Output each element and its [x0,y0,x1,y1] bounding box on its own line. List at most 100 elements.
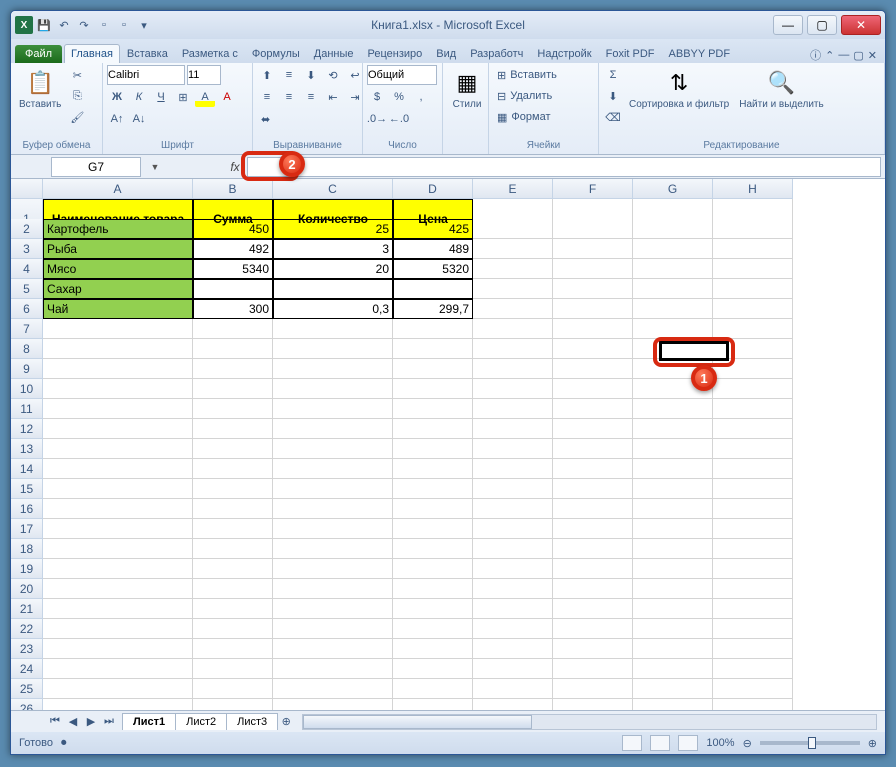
sum-cell[interactable] [193,279,273,299]
cell[interactable] [193,439,273,459]
row-header[interactable]: 7 [11,319,43,339]
cell[interactable] [273,499,393,519]
cell[interactable] [393,519,473,539]
column-header[interactable]: C [273,179,393,199]
cell[interactable] [393,339,473,359]
cell[interactable] [193,499,273,519]
cell[interactable] [393,319,473,339]
cell[interactable] [393,379,473,399]
cell[interactable] [633,239,713,259]
row-header[interactable]: 19 [11,559,43,579]
row-header[interactable]: 13 [11,439,43,459]
column-header[interactable]: A [43,179,193,199]
cell[interactable] [713,419,793,439]
cell[interactable] [553,679,633,699]
fill-color-button[interactable]: A [195,87,215,107]
row-header[interactable]: 3 [11,239,43,259]
cell[interactable] [43,599,193,619]
find-select-button[interactable]: 🔍 Найти и выделить [735,65,827,112]
cell[interactable] [713,299,793,319]
cell[interactable] [393,539,473,559]
minimize-button[interactable]: — [773,15,803,35]
page-break-view-button[interactable] [678,735,698,751]
sum-cell[interactable]: 5340 [193,259,273,279]
cell[interactable] [393,439,473,459]
cell[interactable] [393,639,473,659]
cell[interactable] [633,519,713,539]
cell[interactable] [43,679,193,699]
row-header[interactable]: 14 [11,459,43,479]
cell[interactable] [273,479,393,499]
cell[interactable] [473,259,553,279]
product-name-cell[interactable]: Рыба [43,239,193,259]
cell[interactable] [193,379,273,399]
cell[interactable] [553,259,633,279]
format-cells-button[interactable]: ▦ Формат [493,107,554,127]
row-header[interactable]: 16 [11,499,43,519]
cell[interactable] [633,419,713,439]
row-header[interactable]: 18 [11,539,43,559]
cell[interactable] [713,599,793,619]
cell[interactable] [393,359,473,379]
align-middle-icon[interactable]: ≡ [279,65,299,85]
cell[interactable] [43,319,193,339]
prev-sheet-icon[interactable]: ◀ [65,715,81,728]
qat-redo-icon[interactable]: ↷ [75,16,93,34]
cell[interactable] [393,679,473,699]
cell[interactable] [553,219,633,239]
cell[interactable] [633,599,713,619]
cell[interactable] [553,359,633,379]
cell[interactable] [553,599,633,619]
border-button[interactable]: ⊞ [173,87,193,107]
cell[interactable] [393,459,473,479]
cell[interactable] [193,679,273,699]
column-header[interactable]: H [713,179,793,199]
ribbon-tab-вставка[interactable]: Вставка [120,44,175,63]
row-header[interactable]: 25 [11,679,43,699]
insert-cells-button[interactable]: ⊞ Вставить [493,65,561,85]
cell[interactable] [43,519,193,539]
qty-cell[interactable]: 25 [273,219,393,239]
cell[interactable] [553,499,633,519]
increase-decimal-icon[interactable]: .0→ [367,109,387,129]
cell[interactable] [43,639,193,659]
cell[interactable] [193,319,273,339]
cell[interactable] [473,219,553,239]
cell[interactable] [553,539,633,559]
cell[interactable] [43,699,193,710]
cell[interactable] [273,419,393,439]
cell[interactable] [473,559,553,579]
cell[interactable] [713,559,793,579]
new-sheet-icon[interactable]: ⊕ [278,715,294,728]
worksheet-grid[interactable]: ABCDEFGH1Наименование товараСуммаКоличес… [11,179,885,710]
cell[interactable] [713,239,793,259]
wrap-text-icon[interactable]: ↩ [345,65,365,85]
cell[interactable] [193,599,273,619]
cell[interactable] [43,499,193,519]
cell[interactable] [273,379,393,399]
row-header[interactable]: 23 [11,639,43,659]
cell[interactable] [273,359,393,379]
cell[interactable] [713,379,793,399]
cell[interactable] [473,399,553,419]
align-left-icon[interactable]: ≡ [257,87,277,107]
cell[interactable] [633,499,713,519]
page-layout-view-button[interactable] [650,735,670,751]
doc-minimize-icon[interactable]: — [838,49,849,61]
select-all-button[interactable] [11,179,43,199]
cell[interactable] [393,499,473,519]
autosum-icon[interactable]: Σ [603,65,623,85]
row-header[interactable]: 26 [11,699,43,710]
comma-icon[interactable]: , [411,87,431,107]
qat-btn[interactable]: ▫ [115,16,133,34]
cell[interactable] [193,419,273,439]
ribbon-tab-вид[interactable]: Вид [429,44,463,63]
row-header[interactable]: 11 [11,399,43,419]
cell[interactable] [713,219,793,239]
doc-restore-icon[interactable]: ▢ [853,49,863,62]
cell[interactable] [193,559,273,579]
italic-button[interactable]: К [129,87,149,107]
delete-cells-button[interactable]: ⊟ Удалить [493,86,556,106]
cell[interactable] [43,559,193,579]
cell[interactable] [393,559,473,579]
